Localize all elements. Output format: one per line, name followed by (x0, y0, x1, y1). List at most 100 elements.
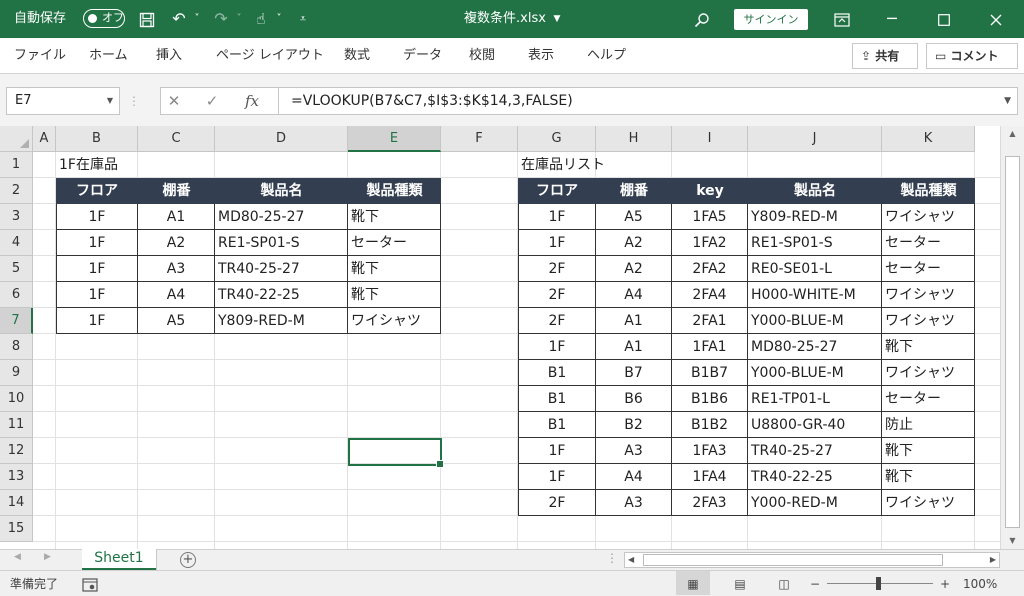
scroll-right-icon[interactable]: ▶ (990, 553, 996, 567)
table2-header-cell[interactable]: フロア (518, 178, 596, 204)
tab-review[interactable]: 校閲 (469, 38, 495, 74)
table2-cell[interactable]: 2FA4 (672, 282, 748, 308)
table1-cell[interactable]: A4 (138, 282, 215, 308)
row-header-10[interactable]: 10 (0, 386, 33, 412)
row-header-4[interactable]: 4 (0, 230, 33, 256)
table2-cell[interactable]: B6 (596, 386, 672, 412)
tab-home[interactable]: ホーム (89, 38, 128, 74)
autosave-toggle[interactable]: オフ (83, 9, 125, 28)
column-header-j[interactable]: J (748, 126, 882, 152)
cancel-icon[interactable]: ✕ (162, 87, 186, 115)
tab-file[interactable]: ファイル (14, 38, 66, 74)
table2-cell[interactable]: セーター (882, 256, 975, 282)
table2-cell[interactable]: B1B7 (672, 360, 748, 386)
table2-cell[interactable]: 1FA5 (672, 204, 748, 230)
column-header-f[interactable]: F (441, 126, 518, 152)
maximize-icon[interactable] (932, 0, 956, 38)
table1-cell[interactable]: A2 (138, 230, 215, 256)
page-break-view-icon[interactable]: ◫ (772, 571, 796, 596)
table2-cell[interactable]: ワイシャツ (882, 360, 975, 386)
row-header-14[interactable]: 14 (0, 490, 33, 516)
horizontal-scroll-thumb[interactable] (643, 554, 943, 566)
column-header-c[interactable]: C (138, 126, 215, 152)
table2-cell[interactable]: MD80-25-27 (748, 334, 882, 360)
table1-cell[interactable]: 靴下 (348, 204, 441, 230)
zoom-level[interactable]: 100% (963, 571, 997, 596)
page-layout-view-icon[interactable]: ▤ (728, 571, 752, 596)
table2-cell[interactable]: ワイシャツ (882, 308, 975, 334)
table2-cell[interactable]: A4 (596, 464, 672, 490)
table2-cell[interactable]: A1 (596, 308, 672, 334)
customize-icon[interactable]: ⩡ (294, 0, 312, 38)
table2-header-cell[interactable]: 製品種類 (882, 178, 975, 204)
table2-cell[interactable]: B1 (518, 360, 596, 386)
row-header-5[interactable]: 5 (0, 256, 33, 282)
redo-icon[interactable]: ↷ (210, 0, 232, 38)
table1-cell[interactable]: MD80-25-27 (215, 204, 348, 230)
row-header-6[interactable]: 6 (0, 282, 33, 308)
table1-cell[interactable]: 靴下 (348, 282, 441, 308)
add-sheet-icon[interactable]: + (180, 552, 196, 568)
table1-header-cell[interactable]: 製品名 (215, 178, 348, 204)
table2-cell[interactable]: Y000-RED-M (748, 490, 882, 516)
table1-cell[interactable]: 1F (56, 204, 138, 230)
table2-cell[interactable]: A5 (596, 204, 672, 230)
tab-help[interactable]: ヘルプ (587, 38, 626, 74)
column-header-a[interactable]: A (33, 126, 56, 152)
table2-cell[interactable]: ワイシャツ (882, 282, 975, 308)
table1-cell[interactable]: TR40-22-25 (215, 282, 348, 308)
table2-cell[interactable]: B1 (518, 386, 596, 412)
sign-in-button[interactable]: サインイン (734, 9, 808, 30)
column-header-d[interactable]: D (215, 126, 348, 152)
table2-cell[interactable]: A3 (596, 490, 672, 516)
tab-data[interactable]: データ (403, 38, 442, 74)
column-header-i[interactable]: I (672, 126, 748, 152)
table2-header-cell[interactable]: 製品名 (748, 178, 882, 204)
table2-cell[interactable]: 2F (518, 256, 596, 282)
table2-cell[interactable]: A3 (596, 438, 672, 464)
zoom-slider-thumb[interactable] (876, 577, 881, 590)
tab-view[interactable]: 表示 (528, 38, 554, 74)
table1-title[interactable]: 1F在庫品 (56, 152, 215, 178)
search-icon[interactable] (690, 0, 714, 38)
table1-cell[interactable]: A3 (138, 256, 215, 282)
table1-cell[interactable]: A1 (138, 204, 215, 230)
table2-cell[interactable]: 1F (518, 464, 596, 490)
table1-header-cell[interactable]: 棚番 (138, 178, 215, 204)
row-header-9[interactable]: 9 (0, 360, 33, 386)
row-header-12[interactable]: 12 (0, 438, 33, 464)
touch-mode-icon[interactable]: ☝ (250, 0, 272, 38)
minimize-icon[interactable]: ─ (880, 0, 904, 38)
table1-cell[interactable]: A5 (138, 308, 215, 334)
table2-cell[interactable]: セーター (882, 386, 975, 412)
table1-cell[interactable]: ワイシャツ (348, 308, 441, 334)
table2-cell[interactable]: 防止 (882, 412, 975, 438)
prev-sheet-icon[interactable]: ◀ (14, 552, 21, 562)
zoom-in-icon[interactable]: + (940, 571, 950, 596)
row-header-2[interactable]: 2 (0, 178, 33, 204)
row-header-15[interactable]: 15 (0, 516, 33, 542)
select-all-button[interactable] (0, 126, 33, 152)
table2-header-cell[interactable]: 棚番 (596, 178, 672, 204)
sheet-tab[interactable]: Sheet1 (82, 549, 156, 571)
enter-icon[interactable]: ✓ (200, 87, 224, 115)
table2-cell[interactable]: 1F (518, 438, 596, 464)
table2-cell[interactable]: A2 (596, 230, 672, 256)
table2-title[interactable]: 在庫品リスト (518, 152, 672, 178)
column-header-h[interactable]: H (596, 126, 672, 152)
table1-cell[interactable]: セーター (348, 230, 441, 256)
table2-cell[interactable]: B7 (596, 360, 672, 386)
table2-cell[interactable]: 1FA3 (672, 438, 748, 464)
table2-cell[interactable]: H000-WHITE-M (748, 282, 882, 308)
vertical-scrollbar[interactable]: ▲ ▼ (1000, 126, 1024, 549)
table2-cell[interactable]: Y809-RED-M (748, 204, 882, 230)
table2-cell[interactable]: ワイシャツ (882, 204, 975, 230)
file-name[interactable]: 複数条件.xlsx (464, 0, 546, 38)
row-header-8[interactable]: 8 (0, 334, 33, 360)
table1-cell[interactable]: RE1-SP01-S (215, 230, 348, 256)
formula-input[interactable]: =VLOOKUP(B7&C7,$I$3:$K$14,3,FALSE) ▼ (278, 87, 1018, 115)
table2-cell[interactable]: TR40-25-27 (748, 438, 882, 464)
table1-cell[interactable]: 1F (56, 282, 138, 308)
scroll-up-icon[interactable]: ▲ (1001, 126, 1024, 142)
tab-formulas[interactable]: 数式 (344, 38, 370, 74)
